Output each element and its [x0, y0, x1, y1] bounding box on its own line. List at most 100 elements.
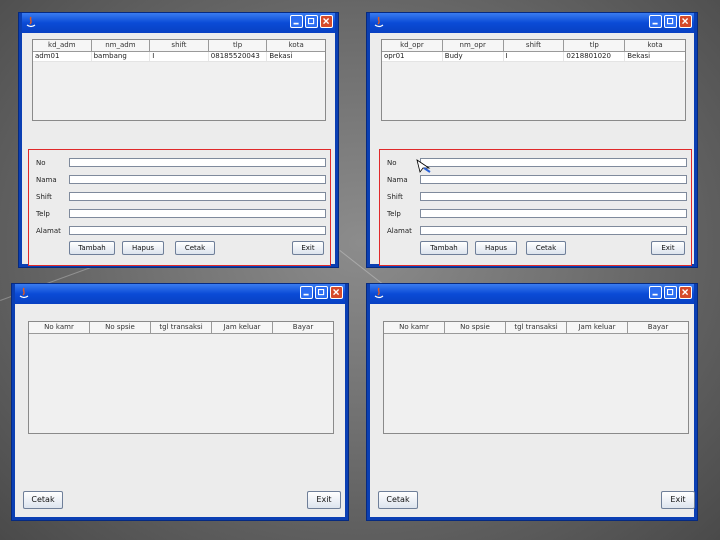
window-client-area: kd_opr nm_opr shift tlp kota opr01 Budy … [370, 33, 694, 266]
column-header[interactable]: kd_adm [33, 40, 92, 51]
exit-button[interactable]: Exit [661, 491, 695, 509]
column-header[interactable]: No kamr [384, 322, 445, 333]
transaction-report-window: No kamr No spsie tgl transaksi Jam kelua… [11, 283, 349, 521]
operator-form-window: kd_opr nm_opr shift tlp kota opr01 Budy … [366, 12, 698, 268]
close-icon [682, 289, 689, 296]
table-cell: 0218801020 [564, 52, 626, 61]
cetak-button[interactable]: Cetak [378, 491, 418, 509]
nama-input[interactable] [420, 175, 687, 184]
column-header[interactable]: kota [625, 40, 685, 51]
column-header[interactable]: Jam keluar [212, 322, 273, 333]
alamat-input[interactable] [69, 226, 326, 235]
maximize-button[interactable] [664, 15, 677, 28]
maximize-button[interactable] [315, 286, 328, 299]
java-app-icon [26, 16, 36, 28]
transaction-table[interactable]: No kamr No spsie tgl transaksi Jam kelua… [383, 321, 689, 434]
column-header[interactable]: nm_opr [443, 40, 504, 51]
column-header[interactable]: shift [504, 40, 565, 51]
close-icon [323, 18, 330, 25]
column-header[interactable]: kd_opr [382, 40, 443, 51]
telp-input[interactable] [69, 209, 326, 218]
table-cell: I [504, 52, 565, 61]
minimize-icon [293, 22, 299, 25]
window-client-area: kd_adm nm_adm shift tlp kota adm01 bamba… [22, 33, 335, 266]
minimize-button[interactable] [649, 15, 662, 28]
table-cell: bambang [92, 52, 151, 61]
telp-input[interactable] [420, 209, 687, 218]
form-row-alamat: Alamat [29, 225, 330, 237]
input-form-panel: No Nama Shift Telp Alamat Tambah Hapus C… [28, 149, 331, 266]
column-header[interactable]: tlp [564, 40, 626, 51]
table-cell: opr01 [382, 52, 443, 61]
form-row-shift: Shift [29, 191, 330, 203]
column-header[interactable]: tgl transaksi [151, 322, 212, 333]
cetak-button[interactable]: Cetak [175, 241, 215, 255]
column-header[interactable]: Jam keluar [567, 322, 628, 333]
java-app-icon [19, 287, 29, 299]
maximize-icon [666, 17, 674, 25]
form-row-shift: Shift [380, 191, 691, 203]
close-button[interactable] [679, 286, 692, 299]
form-row-nama: Nama [380, 174, 691, 186]
field-label: Nama [387, 176, 408, 184]
column-header[interactable]: kota [267, 40, 325, 51]
field-label: No [387, 159, 397, 167]
table-row[interactable]: adm01 bambang I 08185520043 Bekasi [33, 52, 325, 62]
shift-input[interactable] [69, 192, 326, 201]
hapus-button[interactable]: Hapus [122, 241, 164, 255]
field-label: Telp [36, 210, 50, 218]
form-row-nama: Nama [29, 174, 330, 186]
title-bar[interactable] [15, 284, 345, 304]
column-header[interactable]: Bayar [273, 322, 333, 333]
column-header[interactable]: tgl transaksi [506, 322, 567, 333]
table-header: kd_adm nm_adm shift tlp kota [33, 40, 325, 52]
column-header[interactable]: shift [150, 40, 209, 51]
title-bar[interactable] [22, 13, 335, 33]
input-form-panel: No Nama Shift Telp Alamat Tambah Hapus C… [379, 149, 692, 266]
minimize-button[interactable] [290, 15, 303, 28]
cetak-button[interactable]: Cetak [526, 241, 566, 255]
close-button[interactable] [330, 286, 343, 299]
maximize-icon [666, 288, 674, 296]
maximize-button[interactable] [305, 15, 318, 28]
shift-input[interactable] [420, 192, 687, 201]
field-label: Alamat [387, 227, 412, 235]
field-label: Alamat [36, 227, 61, 235]
no-input[interactable] [420, 158, 687, 167]
column-header[interactable]: Bayar [628, 322, 688, 333]
column-header[interactable]: nm_adm [92, 40, 151, 51]
operator-table[interactable]: kd_opr nm_opr shift tlp kota opr01 Budy … [381, 39, 686, 121]
column-header[interactable]: No kamr [29, 322, 90, 333]
field-label: Nama [36, 176, 57, 184]
form-row-alamat: Alamat [380, 225, 691, 237]
field-label: Shift [387, 193, 403, 201]
hapus-button[interactable]: Hapus [475, 241, 517, 255]
close-button[interactable] [320, 15, 333, 28]
maximize-icon [307, 17, 315, 25]
tambah-button[interactable]: Tambah [69, 241, 115, 255]
tambah-button[interactable]: Tambah [420, 241, 468, 255]
java-app-icon [374, 287, 384, 299]
transaction-table[interactable]: No kamr No spsie tgl transaksi Jam kelua… [28, 321, 334, 434]
title-bar[interactable] [370, 284, 694, 304]
minimize-button[interactable] [300, 286, 313, 299]
exit-button[interactable]: Exit [651, 241, 685, 255]
exit-button[interactable]: Exit [307, 491, 341, 509]
column-header[interactable]: tlp [209, 40, 268, 51]
minimize-button[interactable] [649, 286, 662, 299]
exit-button[interactable]: Exit [292, 241, 324, 255]
field-label: No [36, 159, 46, 167]
cetak-button[interactable]: Cetak [23, 491, 63, 509]
column-header[interactable]: No spsie [445, 322, 506, 333]
alamat-input[interactable] [420, 226, 687, 235]
close-button[interactable] [679, 15, 692, 28]
column-header[interactable]: No spsie [90, 322, 151, 333]
maximize-button[interactable] [664, 286, 677, 299]
no-input[interactable] [69, 158, 326, 167]
nama-input[interactable] [69, 175, 326, 184]
field-label: Shift [36, 193, 52, 201]
title-bar[interactable] [370, 13, 694, 33]
admin-table[interactable]: kd_adm nm_adm shift tlp kota adm01 bamba… [32, 39, 326, 121]
close-icon [333, 289, 340, 296]
table-row[interactable]: opr01 Budy I 0218801020 Bekasi [382, 52, 685, 62]
